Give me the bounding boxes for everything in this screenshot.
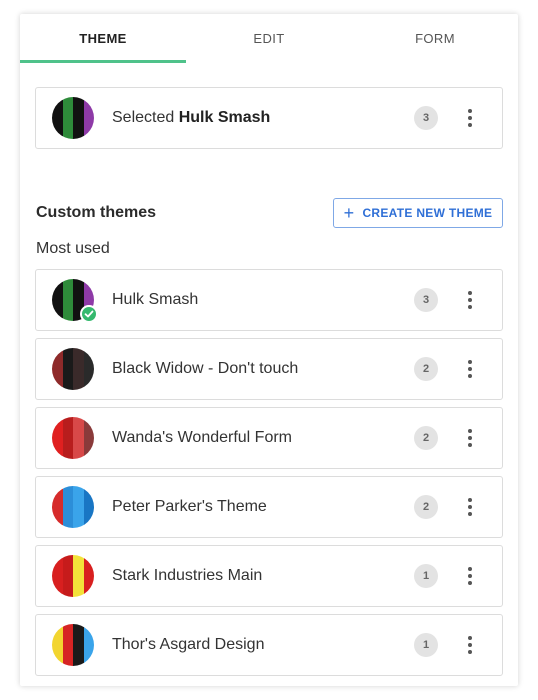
active-tab-indicator [20,60,186,63]
theme-name: Wanda's Wonderful Form [112,429,293,446]
theme-swatch [52,348,94,390]
most-used-heading: Most used [36,240,110,257]
theme-swatch [52,417,94,459]
selected-prefix: Selected [112,109,175,126]
theme-list-item[interactable]: Black Widow - Don't touch 2 [35,338,503,400]
create-new-theme-label: CREATE NEW THEME [362,206,493,220]
theme-swatch [52,624,94,666]
tab-edit[interactable]: EDIT [186,14,352,62]
theme-name: Hulk Smash [112,291,199,308]
plus-icon: + [343,203,355,223]
theme-list-item[interactable]: Thor's Asgard Design 1 [35,614,503,676]
usage-count-badge: 1 [414,564,438,588]
theme-list-item[interactable]: Hulk Smash 3 [35,269,503,331]
more-options-icon[interactable] [460,631,480,659]
usage-count-badge: 2 [414,426,438,450]
selected-theme-card[interactable]: Selected Hulk Smash 3 [35,87,503,149]
theme-panel: THEME EDIT FORM Selected Hulk Smash 3 Cu… [20,14,518,686]
usage-count-badge: 1 [414,633,438,657]
usage-count-badge: 2 [414,357,438,381]
create-new-theme-button[interactable]: + CREATE NEW THEME [333,198,503,228]
more-options-icon[interactable] [460,286,480,314]
selected-check-icon [80,305,98,323]
theme-name: Stark Industries Main [112,567,263,584]
more-options-icon[interactable] [460,104,480,132]
more-options-icon[interactable] [460,493,480,521]
theme-swatch [52,555,94,597]
more-options-icon[interactable] [460,355,480,383]
tab-bar: THEME EDIT FORM [20,14,518,62]
theme-list-item[interactable]: Wanda's Wonderful Form 2 [35,407,503,469]
theme-list-item[interactable]: Stark Industries Main 1 [35,545,503,607]
theme-name: Thor's Asgard Design [112,636,265,653]
usage-count-badge: 2 [414,495,438,519]
tab-theme[interactable]: THEME [20,14,186,62]
selected-theme-name: Hulk Smash [178,109,271,126]
theme-swatch [52,486,94,528]
usage-count-badge: 3 [414,288,438,312]
more-options-icon[interactable] [460,562,480,590]
theme-name: Peter Parker's Theme [112,498,267,515]
more-options-icon[interactable] [460,424,480,452]
tab-form[interactable]: FORM [352,14,518,62]
selected-theme-label: Selected Hulk Smash [112,88,270,148]
theme-list-item[interactable]: Peter Parker's Theme 2 [35,476,503,538]
custom-themes-heading: Custom themes [36,204,157,221]
usage-count-badge: 3 [414,106,438,130]
theme-swatch [52,97,94,139]
theme-name: Black Widow - Don't touch [112,360,299,377]
